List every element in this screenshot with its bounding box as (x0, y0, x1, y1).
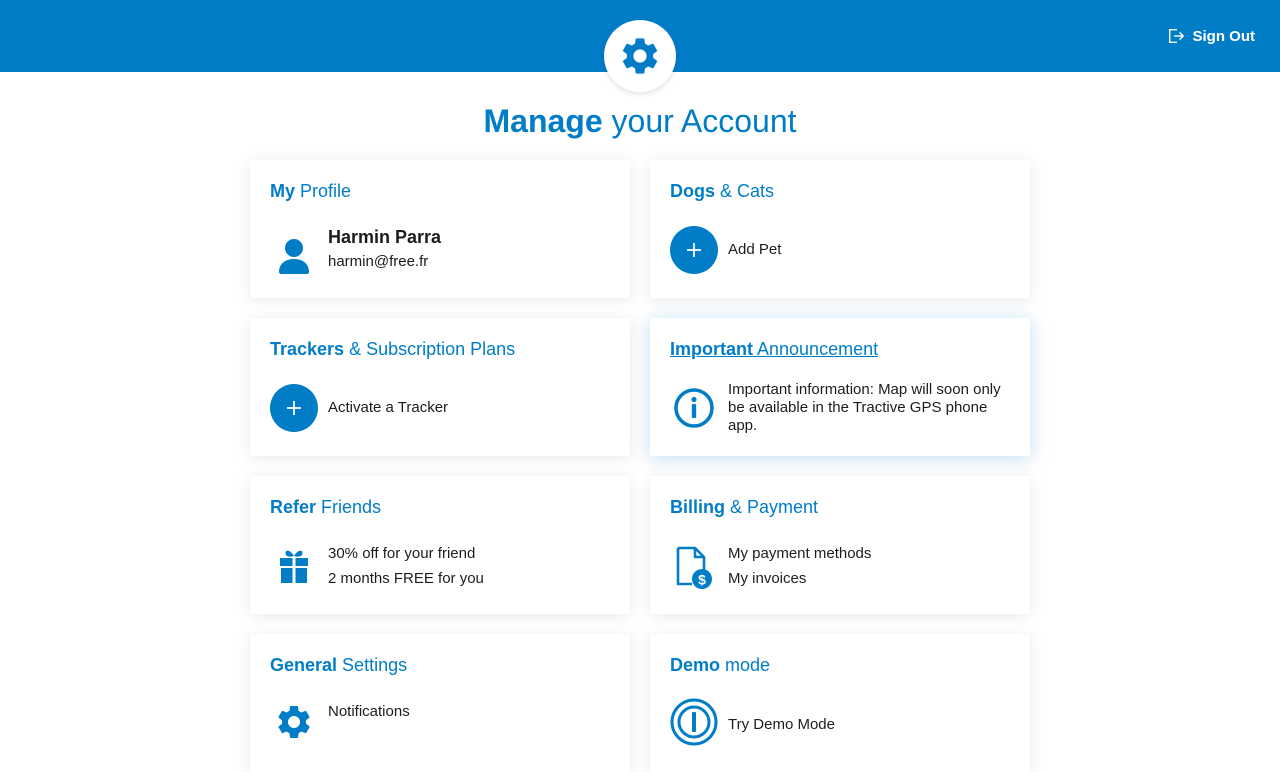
refer-info: 30% off for your friend 2 months FREE fo… (328, 545, 484, 588)
billing-title-rest: & Payment (725, 497, 819, 517)
refer-friend-offer: 30% off for your friend (328, 545, 476, 562)
sign-out-label: Sign Out (1192, 27, 1256, 45)
settings-card-title: General Settings (270, 654, 407, 676)
demo-card-title: Demo mode (670, 654, 770, 676)
gear-icon (622, 38, 658, 74)
payment-methods-link[interactable]: My payment methods (728, 545, 871, 563)
announcement-card[interactable]: Important Announcement Important informa… (650, 318, 1030, 456)
account-logo (604, 20, 676, 92)
activate-tracker-label[interactable]: Activate a Tracker (328, 399, 448, 417)
demo-title-bold: Demo (670, 655, 721, 675)
info-icon (674, 388, 714, 428)
info-icon-slot (670, 384, 718, 432)
refer-card-title: Refer Friends (270, 496, 381, 518)
profile-name: Harmin Parra (328, 227, 442, 247)
billing-card[interactable]: Billing & Payment $ My payment methods M… (650, 476, 1030, 614)
profile-card[interactable]: My Profile Harmin Parra harmin@free.fr (250, 160, 630, 298)
demo-icon-slot (670, 698, 718, 746)
gear-icon (278, 705, 310, 738)
billing-title-bold: Billing (670, 497, 725, 517)
user-icon-slot (270, 232, 318, 280)
gift-icon-slot (270, 542, 318, 590)
settings-title-rest: Settings (337, 655, 408, 675)
announcement-title-rest: Announcement (753, 339, 879, 359)
settings-icon-slot (270, 698, 318, 746)
plus-icon (287, 401, 301, 415)
add-pet-button[interactable] (670, 226, 718, 274)
activate-tracker-button[interactable] (270, 384, 318, 432)
sign-out-button[interactable]: Sign Out (1167, 26, 1256, 46)
page-title-rest: your Account (602, 103, 797, 139)
gift-icon (280, 550, 308, 583)
settings-card[interactable]: General Settings Notifications (250, 634, 630, 772)
refer-title-rest: Friends (316, 497, 382, 517)
profile-title-bold: My (270, 181, 296, 201)
profile-email: harmin@free.fr (328, 253, 429, 270)
trackers-card-title: Trackers & Subscription Plans (270, 338, 515, 360)
billing-card-title: Billing & Payment (670, 496, 818, 518)
invoice-dollar-icon: $ (676, 546, 712, 589)
user-icon (279, 239, 309, 274)
refer-card[interactable]: Refer Friends 30% off for your friend 2 … (250, 476, 630, 614)
profile-title-rest: Profile (295, 181, 352, 201)
pets-card-title: Dogs & Cats (670, 180, 774, 202)
announcement-text: Important information: Map will soon onl… (728, 381, 1001, 434)
trackers-title-rest: & Subscription Plans (344, 339, 516, 359)
add-pet-label[interactable]: Add Pet (728, 241, 781, 259)
demo-title-rest: mode (720, 655, 771, 675)
pets-title-bold: Dogs (670, 181, 715, 201)
try-demo-link[interactable]: Try Demo Mode (728, 716, 835, 734)
refer-you-offer: 2 months FREE for you (328, 570, 484, 587)
pets-title-rest: & Cats (715, 181, 775, 201)
profile-card-title: My Profile (270, 180, 351, 202)
announcement-title-bold: Important (670, 339, 753, 359)
pets-card[interactable]: Dogs & Cats Add Pet (650, 160, 1030, 298)
page-title: Manage your Account (0, 100, 1280, 142)
svg-text:$: $ (698, 572, 706, 588)
settings-title-bold: General (270, 655, 338, 675)
demo-icon (670, 698, 718, 746)
sign-out-icon (1168, 28, 1184, 44)
invoice-icon-slot: $ (670, 544, 718, 592)
announcement-card-title[interactable]: Important Announcement (670, 338, 878, 360)
profile-info: Harmin Parra harmin@free.fr (328, 228, 441, 271)
trackers-card[interactable]: Trackers & Subscription Plans Activate a… (250, 318, 630, 456)
invoices-link[interactable]: My invoices (728, 570, 871, 588)
notifications-link[interactable]: Notifications (328, 703, 410, 721)
trackers-title-bold: Trackers (270, 339, 345, 359)
refer-title-bold: Refer (270, 497, 317, 517)
page-title-bold: Manage (483, 103, 603, 139)
demo-card[interactable]: Demo mode Try Demo Mode (650, 634, 1030, 772)
plus-icon (687, 243, 701, 257)
billing-links: My payment methods My invoices (728, 545, 871, 588)
